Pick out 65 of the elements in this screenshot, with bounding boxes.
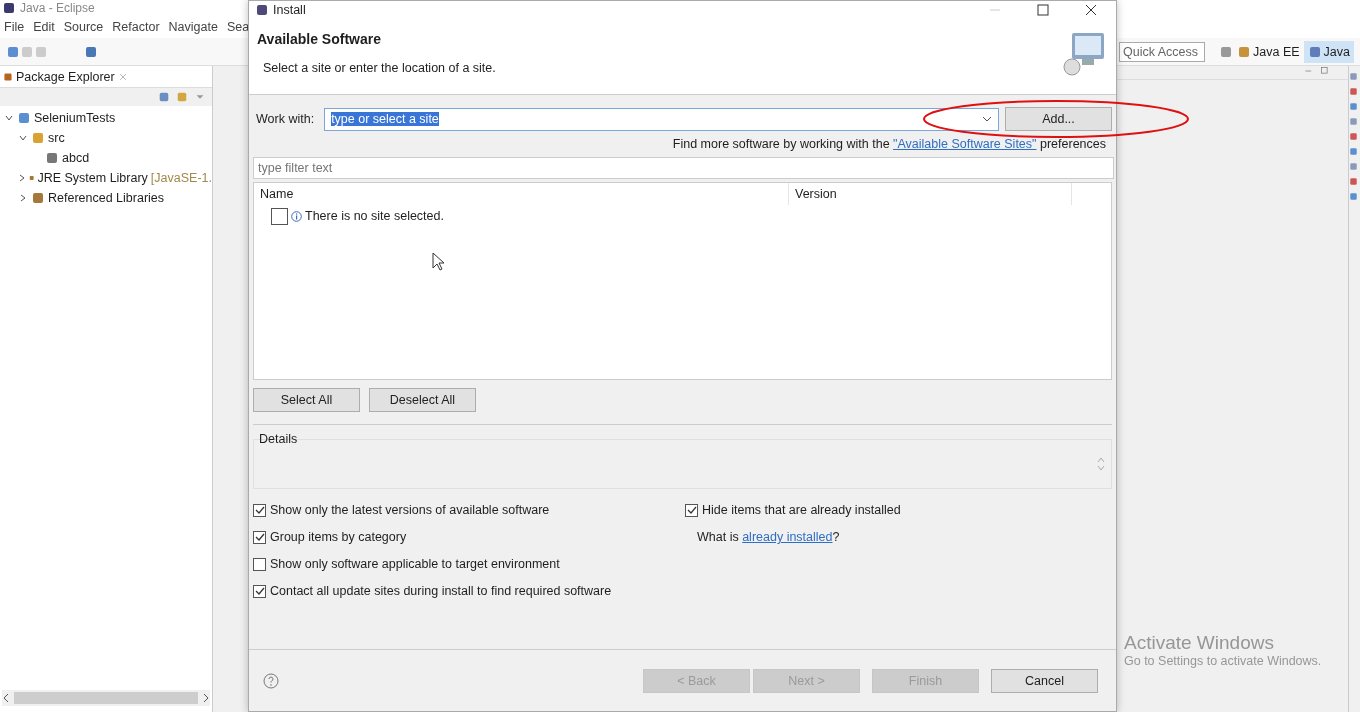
site-combo-box[interactable]: type or select a site	[324, 107, 999, 131]
menu-item[interactable]: Sea	[226, 20, 250, 34]
deselect-all-button[interactable]: Deselect All	[369, 388, 476, 412]
work-with-label: Work with:	[255, 112, 315, 126]
checkbox[interactable]	[253, 530, 266, 544]
perspective-button[interactable]: Java	[1303, 40, 1354, 63]
checkbox-label: Group items by category	[270, 530, 407, 544]
tree-item[interactable]: JRE System Library [JavaSE-1.	[0, 168, 212, 188]
filter-field[interactable]: type filter text	[253, 157, 1114, 179]
find-more-note: Find more software by working with the "Available Software Sites" preferences	[671, 136, 1107, 152]
activation-title: Activate Windows	[1124, 632, 1275, 654]
table-cell: There is no site selected.	[305, 209, 444, 223]
perspective-button[interactable]: Java EE	[1233, 40, 1304, 63]
tree-item[interactable]: SeleniumTests	[0, 108, 212, 128]
page-heading: Available Software	[257, 31, 382, 47]
menu-item[interactable]: Source	[63, 20, 104, 34]
column-header[interactable]: Name	[254, 183, 789, 205]
tree-item[interactable]: Referenced Libraries	[0, 188, 212, 208]
already-installed-link[interactable]: already installed	[742, 530, 833, 544]
quick-access-field[interactable]: Quick Access	[1119, 41, 1206, 62]
tree-item[interactable]: src	[0, 128, 212, 148]
horizontal-scrollbar[interactable]	[2, 690, 210, 706]
tree-item-label: SeleniumTests	[34, 111, 116, 125]
scroll-right-icon[interactable]	[202, 693, 210, 703]
info-icon	[291, 210, 302, 222]
tree-item-label: JRE System Library	[37, 171, 148, 185]
view-tab[interactable]: Package Explorer	[16, 69, 115, 84]
checkbox-label: Show only software applicable to target environment	[270, 557, 560, 571]
checkbox[interactable]	[271, 207, 288, 225]
tree-item-label: src	[48, 131, 65, 145]
tree-item-label: abcd	[62, 151, 90, 165]
activation-text: Go to Settings to activate Windows.	[1124, 654, 1322, 668]
page-description: Select a site or enter the location of a site.	[262, 61, 497, 75]
help-icon[interactable]	[263, 672, 279, 689]
menu-item[interactable]: Edit	[33, 20, 55, 34]
dropdown-caret-icon	[982, 116, 992, 122]
close-icon	[117, 71, 128, 82]
dialog-title: Install	[273, 3, 306, 17]
available-software-sites-link[interactable]: "Available Software Sites"	[893, 137, 1037, 151]
menu-item[interactable]: Navigate	[168, 20, 218, 34]
details-label: Details	[259, 432, 298, 446]
mouse-cursor-icon	[432, 252, 446, 272]
maximize-icon	[1320, 66, 1330, 76]
tree-item-label: Referenced Libraries	[48, 191, 165, 205]
wizard-button[interactable]: Cancel	[991, 668, 1098, 693]
select-all-button[interactable]: Select All	[253, 388, 360, 412]
checkbox-label: Contact all update sites during install to find required software	[270, 584, 612, 598]
menu-item[interactable]: Refactor	[112, 20, 160, 34]
window-title: Java - Eclipse	[20, 1, 95, 15]
checkbox[interactable]	[253, 584, 266, 598]
checkbox[interactable]	[685, 503, 698, 517]
close-icon	[1084, 3, 1098, 17]
menu-item[interactable]: File	[4, 20, 25, 34]
maximize-icon	[1036, 3, 1050, 17]
tree-item[interactable]: abcd	[0, 148, 212, 168]
tree-item-suffix: [JavaSE-1.	[150, 171, 212, 185]
scroll-left-icon[interactable]	[2, 693, 10, 703]
column-header[interactable]: Version	[789, 183, 1072, 205]
checkbox-label: Show only the latest versions of available software	[270, 503, 550, 517]
spinner-icon	[1097, 456, 1105, 472]
checkbox[interactable]	[253, 557, 266, 571]
checkbox-label: Hide items that are already installed	[702, 503, 901, 517]
add-button[interactable]: Add...	[1005, 107, 1112, 131]
checkbox[interactable]	[253, 503, 266, 517]
installed-note: What is already installed?	[697, 530, 840, 544]
